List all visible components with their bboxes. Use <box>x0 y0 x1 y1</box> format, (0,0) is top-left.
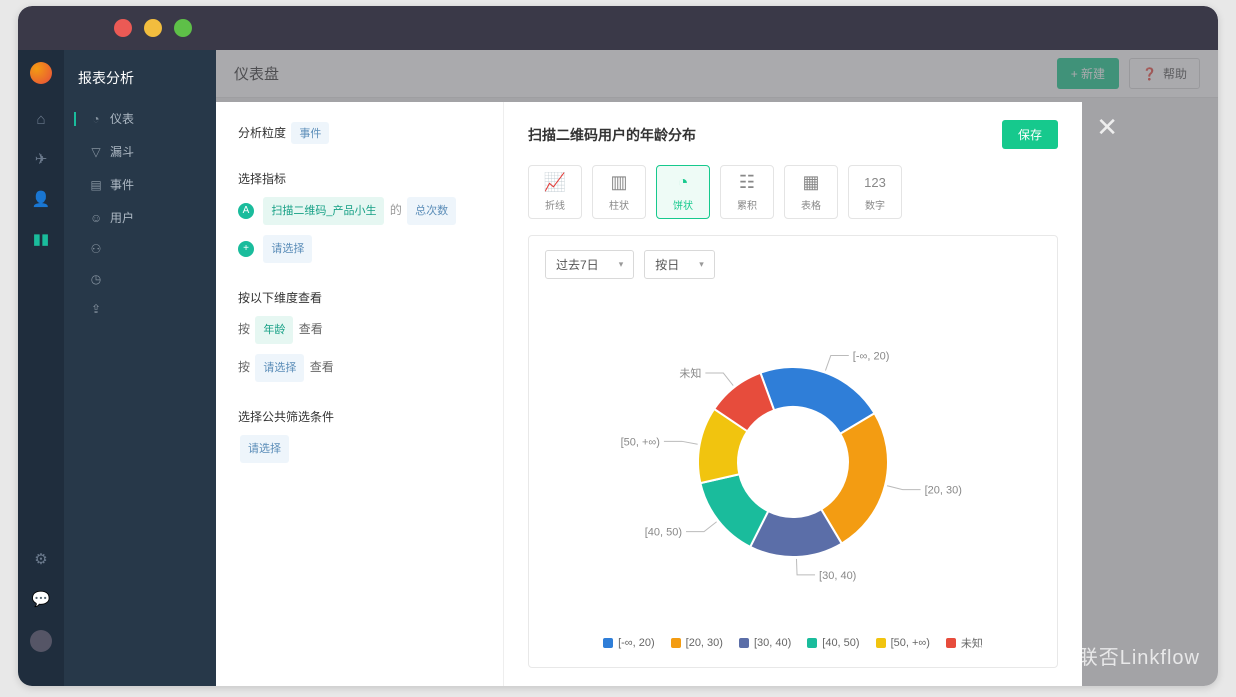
filter-add[interactable]: 请选择 <box>240 435 289 463</box>
charttype-bar[interactable]: ▥柱状 <box>592 165 646 219</box>
chart-legend: [-∞, 20) [20, 30) [30, 40) [40, 50) [50, +∞)… <box>545 627 1041 653</box>
user-icon[interactable]: 👤 <box>32 190 50 208</box>
charttype-table[interactable]: ▦表格 <box>784 165 838 219</box>
subnav-item-group[interactable]: ⚇ <box>64 234 216 264</box>
charttype-number[interactable]: 123数字 <box>848 165 902 219</box>
number-icon: 123 <box>864 173 886 193</box>
chart-box: 过去7日▾ 按日▾ [-∞, 20) [20, 30) [30, 40) [40, 5… <box>528 235 1058 668</box>
svg-text:[40, 50): [40, 50) <box>645 527 682 539</box>
avatar-icon[interactable] <box>30 630 52 652</box>
send-icon[interactable]: ✈ <box>32 150 50 168</box>
chart-editor-modal: 分析粒度 事件 选择指标 A 扫描二维码_产品小生 的 总次数 + <box>216 102 1082 686</box>
svg-text:[20, 30): [20, 30) <box>925 485 962 497</box>
legend-item[interactable]: [-∞, 20) <box>603 635 655 651</box>
subnav-item-export[interactable]: ⇪ <box>64 294 216 324</box>
group-icon: ⚇ <box>90 242 102 256</box>
main-area: 仪表盘 + 新建 ❓帮助 ✕ 分析粒度 事件 选择指标 <box>216 50 1218 686</box>
svg-text:[-∞, 20): [-∞, 20) <box>853 351 890 363</box>
save-button[interactable]: 保存 <box>1002 120 1058 149</box>
table-icon: ▦ <box>802 173 819 193</box>
chart-panel: 扫描二维码用户的年龄分布 保存 📈折线 ▥柱状 ◔饼状 ☷累积 ▦表格 123数… <box>504 102 1082 686</box>
legend-swatch-icon <box>876 638 886 648</box>
metric-add-row[interactable]: + 请选择 <box>238 235 481 263</box>
legend-item[interactable]: [50, +∞) <box>876 635 930 651</box>
svg-text:[50, +∞): [50, +∞) <box>621 436 660 448</box>
metric-measure[interactable]: 总次数 <box>407 197 456 225</box>
chevron-down-icon: ▾ <box>699 259 704 270</box>
app-logo-icon <box>30 62 52 84</box>
dimension-add-row: 按 请选择 查看 <box>238 354 481 382</box>
window-controls <box>114 19 192 37</box>
subnav-item-funnel[interactable]: ▽漏斗 <box>64 135 216 168</box>
chat-icon[interactable]: 💬 <box>32 590 50 608</box>
subnav-title: 报表分析 <box>64 62 216 102</box>
app-window: ⌂ ✈ 👤 ▮▮ ⚙ 💬 报表分析 ◔仪表 ▽漏斗 ▤事件 ☺用户 ⚇ ◷ ⇪ … <box>18 6 1218 686</box>
subnav-item-dashboard[interactable]: ◔仪表 <box>64 102 216 135</box>
nav-rail: ⌂ ✈ 👤 ▮▮ ⚙ 💬 <box>18 50 64 686</box>
zoom-dot[interactable] <box>174 19 192 37</box>
metric-row-a: A 扫描二维码_产品小生 的 总次数 <box>238 197 481 225</box>
granularity-value[interactable]: 事件 <box>291 122 329 144</box>
date-range-select[interactable]: 过去7日▾ <box>545 250 634 279</box>
chart-type-picker: 📈折线 ▥柱状 ◔饼状 ☷累积 ▦表格 123数字 <box>528 165 1058 219</box>
area-chart-icon: ☷ <box>739 173 755 193</box>
svg-text:未知: 未知 <box>679 366 701 380</box>
dimension-value[interactable]: 年龄 <box>255 316 293 344</box>
charttype-area[interactable]: ☷累积 <box>720 165 774 219</box>
badge-a-icon: A <box>238 203 254 219</box>
legend-item[interactable]: 未知 <box>946 635 983 651</box>
interval-select[interactable]: 按日▾ <box>644 250 715 279</box>
legend-item[interactable]: [20, 30) <box>671 635 723 651</box>
metric-label: 选择指标 <box>238 170 481 187</box>
close-dot[interactable] <box>114 19 132 37</box>
dimension-label: 按以下维度查看 <box>238 289 481 306</box>
close-icon[interactable]: ✕ <box>1096 112 1118 143</box>
pie-chart-icon: ◔ <box>678 173 689 193</box>
legend-swatch-icon <box>946 638 956 648</box>
granularity-label: 分析粒度 <box>238 126 286 140</box>
home-icon[interactable]: ⌂ <box>32 110 50 128</box>
report-subnav: 报表分析 ◔仪表 ▽漏斗 ▤事件 ☺用户 ⚇ ◷ ⇪ <box>64 50 216 686</box>
legend-item[interactable]: [30, 40) <box>739 635 791 651</box>
legend-swatch-icon <box>603 638 613 648</box>
chevron-down-icon: ▾ <box>619 259 624 270</box>
settings-icon[interactable]: ⚙ <box>32 550 50 568</box>
people-icon: ☺ <box>90 211 102 225</box>
minimize-dot[interactable] <box>144 19 162 37</box>
legend-swatch-icon <box>807 638 817 648</box>
config-panel: 分析粒度 事件 选择指标 A 扫描二维码_产品小生 的 总次数 + <box>216 102 504 686</box>
chart-title: 扫描二维码用户的年龄分布 <box>528 125 696 145</box>
legend-swatch-icon <box>671 638 681 648</box>
line-chart-icon: 📈 <box>544 173 566 193</box>
calendar-icon: ▤ <box>90 178 102 192</box>
subnav-item-event[interactable]: ▤事件 <box>64 168 216 201</box>
titlebar <box>18 6 1218 50</box>
dimension-add[interactable]: 请选择 <box>255 354 304 382</box>
bar-chart-icon: ▥ <box>610 173 627 193</box>
add-metric-icon: + <box>238 241 254 257</box>
metric-event[interactable]: 扫描二维码_产品小生 <box>263 197 384 225</box>
filter-label: 选择公共筛选条件 <box>238 408 481 425</box>
charttype-line[interactable]: 📈折线 <box>528 165 582 219</box>
subnav-item-user[interactable]: ☺用户 <box>64 201 216 234</box>
funnel-icon: ▽ <box>90 145 102 159</box>
charttype-pie[interactable]: ◔饼状 <box>656 165 710 219</box>
history-icon: ◷ <box>90 272 102 286</box>
subnav-item-history[interactable]: ◷ <box>64 264 216 294</box>
donut-chart: [-∞, 20) [20, 30) [30, 40) [40, 50) [50, +∞)… <box>545 287 1041 627</box>
analytics-icon[interactable]: ▮▮ <box>32 230 50 248</box>
clock-icon: ◔ <box>90 112 102 126</box>
dimension-row: 按 年龄 查看 <box>238 316 481 344</box>
legend-swatch-icon <box>739 638 749 648</box>
legend-item[interactable]: [40, 50) <box>807 635 859 651</box>
svg-text:[30, 40): [30, 40) <box>819 570 856 582</box>
export-icon: ⇪ <box>90 302 102 316</box>
